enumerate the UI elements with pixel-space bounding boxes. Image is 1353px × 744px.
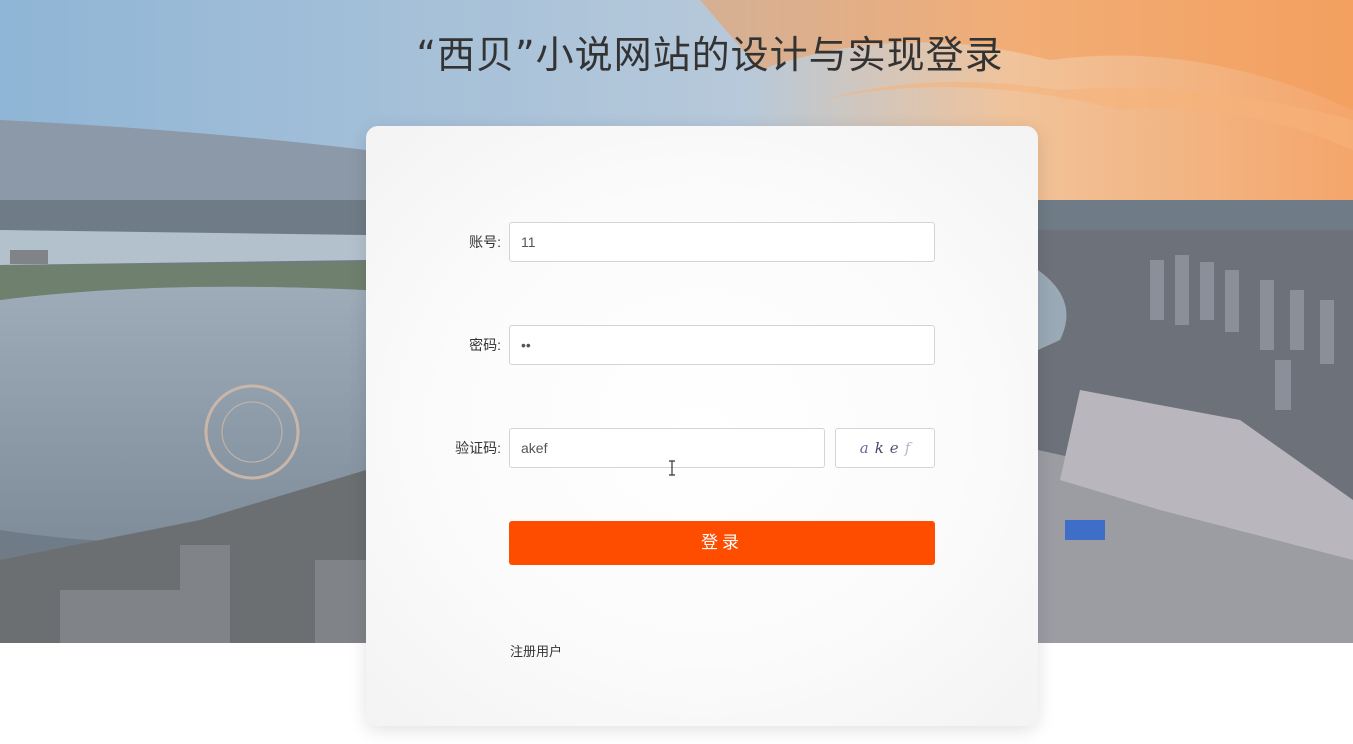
- captcha-char: k: [874, 439, 884, 457]
- account-label: 账号:: [469, 234, 501, 250]
- login-button[interactable]: 登录: [509, 521, 935, 565]
- captcha-input[interactable]: akef: [509, 428, 825, 468]
- password-label: 密码:: [469, 337, 501, 353]
- captcha-char: e: [889, 439, 899, 457]
- password-input[interactable]: ••: [509, 325, 935, 365]
- captcha-label: 验证码:: [455, 440, 501, 456]
- captcha-char: a: [859, 439, 869, 457]
- login-page: “西贝”小说网站的设计与实现登录 账号: 11 密码: •• 验证码: akef…: [0, 0, 1353, 744]
- account-input[interactable]: 11: [509, 222, 935, 262]
- login-card: [366, 126, 1038, 726]
- register-link[interactable]: 注册用户: [510, 641, 562, 660]
- captcha-image[interactable]: a k e f: [835, 428, 935, 468]
- captcha-char: f: [904, 439, 911, 457]
- text-cursor-icon: [669, 460, 675, 476]
- page-title: “西贝”小说网站的设计与实现登录: [416, 33, 1004, 77]
